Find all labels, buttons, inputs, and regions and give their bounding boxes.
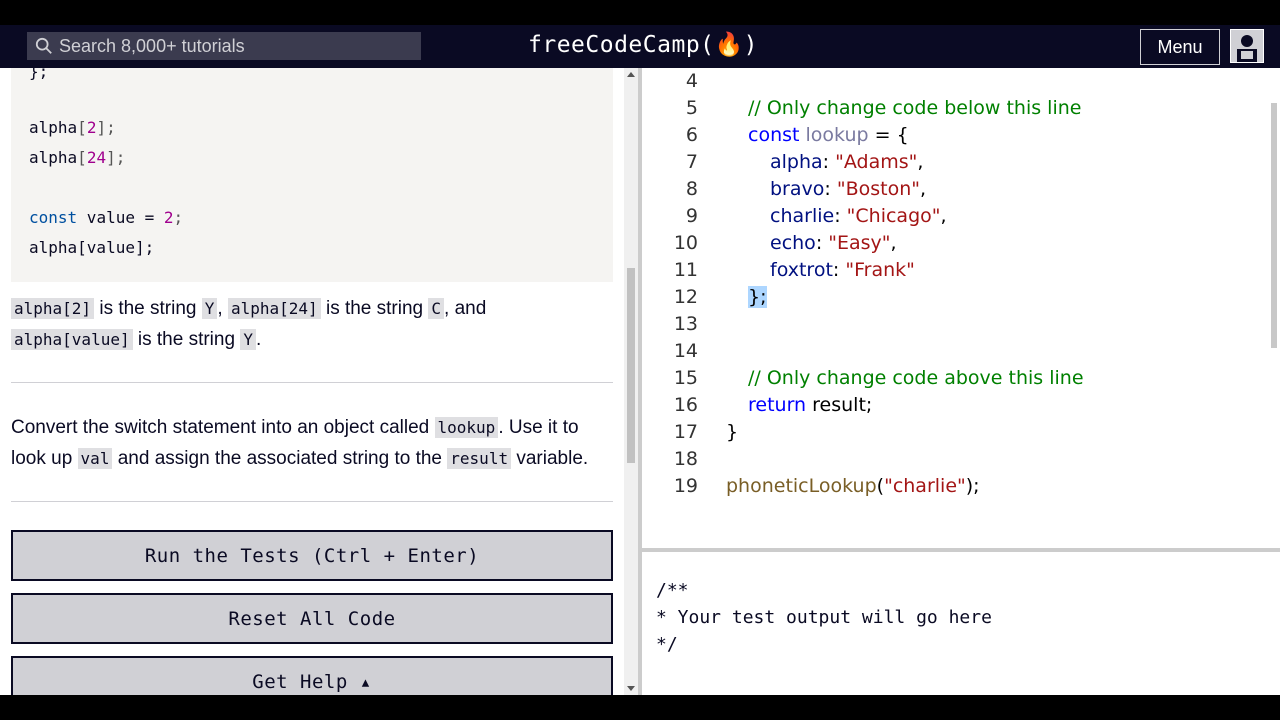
editor-line: 14 bbox=[673, 340, 698, 362]
divider bbox=[11, 382, 613, 383]
search-input[interactable]: Search 8,000+ tutorials bbox=[27, 32, 421, 60]
lesson-scrollbar[interactable] bbox=[624, 68, 638, 695]
editor-line: 9 charlie: "Chicago", bbox=[685, 205, 947, 227]
editor-line: 5// Only change code below this line bbox=[685, 97, 1082, 119]
code-line: alpha[24]; bbox=[29, 148, 126, 167]
editor-line: 7 alpha: "Adams", bbox=[685, 151, 924, 173]
explanation-text: alpha[2] is the string Y, alpha[24] is t… bbox=[11, 293, 616, 355]
code-line: alpha[value]; bbox=[29, 238, 155, 257]
editor-line: 13 bbox=[673, 313, 698, 335]
output-line: * Your test output will go here bbox=[656, 607, 992, 628]
run-tests-button[interactable]: Run the Tests (Ctrl + Enter) bbox=[11, 530, 613, 581]
selected-text: }; bbox=[748, 286, 767, 308]
editor-line: 4 bbox=[685, 70, 698, 92]
editor-line: 18 bbox=[673, 448, 698, 470]
scroll-down-icon[interactable] bbox=[627, 686, 635, 691]
code-line: alpha[2]; bbox=[29, 118, 116, 137]
avatar[interactable] bbox=[1230, 29, 1264, 63]
get-help-button[interactable]: Get Help ▴ bbox=[11, 656, 613, 695]
divider bbox=[11, 501, 613, 502]
search-placeholder: Search 8,000+ tutorials bbox=[59, 35, 245, 56]
scroll-up-icon[interactable] bbox=[627, 72, 635, 77]
search-icon bbox=[35, 37, 52, 54]
editor-line: 15// Only change code above this line bbox=[673, 367, 1084, 389]
scroll-thumb[interactable] bbox=[627, 268, 635, 463]
instructions-text: Convert the switch statement into an obj… bbox=[11, 417, 589, 469]
editor-line: 16 return result; bbox=[673, 394, 873, 416]
top-navbar: Search 8,000+ tutorials freeCodeCamp(🔥) … bbox=[0, 25, 1280, 68]
reset-code-button[interactable]: Reset All Code bbox=[11, 593, 613, 644]
editor-line: 8 bravo: "Boston", bbox=[685, 178, 927, 200]
editor-line: 6 const lookup = { bbox=[685, 124, 909, 146]
output-line: /** bbox=[656, 580, 689, 601]
app-frame: Search 8,000+ tutorials freeCodeCamp(🔥) … bbox=[0, 0, 1280, 720]
lesson-panel: }; alpha[2]; alpha[24]; const value = 2;… bbox=[0, 68, 624, 695]
editor-line: 17} bbox=[673, 421, 739, 443]
scroll-thumb[interactable] bbox=[1271, 103, 1277, 348]
editor-line: 19 phoneticLookup("charlie"); bbox=[673, 475, 980, 497]
editor-line: 12}; bbox=[673, 286, 767, 308]
menu-button[interactable]: Menu bbox=[1140, 29, 1220, 65]
brand-logo[interactable]: freeCodeCamp(🔥) bbox=[528, 31, 758, 58]
code-line-partial: }; bbox=[29, 68, 49, 81]
editor-line: 10 echo: "Easy", bbox=[673, 232, 897, 254]
user-avatar-icon bbox=[1232, 32, 1262, 62]
code-example: }; alpha[2]; alpha[24]; const value = 2;… bbox=[11, 68, 613, 282]
code-editor[interactable]: 4 5// Only change code below this line 6… bbox=[642, 68, 1280, 548]
test-output-panel: /** * Your test output will go here */ bbox=[642, 552, 1280, 695]
editor-line: 11 foxtrot: "Frank" bbox=[673, 259, 915, 281]
editor-scrollbar[interactable] bbox=[1268, 68, 1278, 548]
code-line: const value = 2; bbox=[29, 208, 184, 227]
output-line: */ bbox=[656, 634, 678, 655]
